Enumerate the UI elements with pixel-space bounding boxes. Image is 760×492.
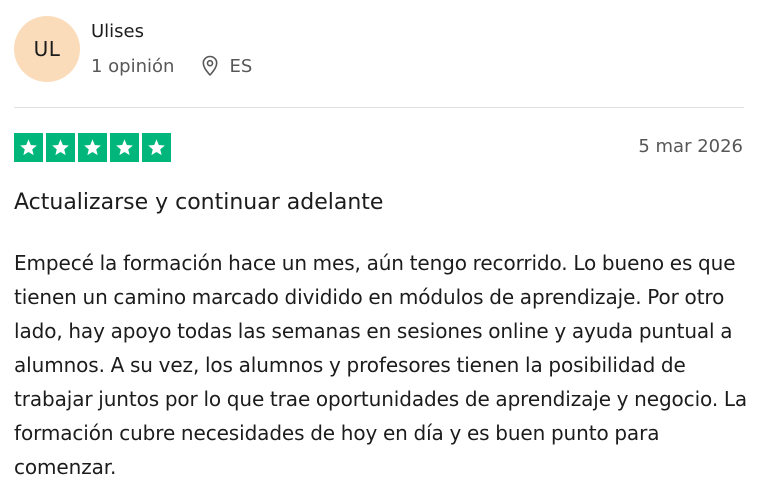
reviewer-country: ES xyxy=(229,55,253,77)
review-card: UL Ulises 1 opinión ES 5 mar 2026 Actual… xyxy=(0,0,760,492)
avatar-initials: UL xyxy=(33,37,61,61)
avatar[interactable]: UL xyxy=(14,16,80,82)
review-count: 1 opinión xyxy=(91,55,175,77)
star-icon xyxy=(110,133,139,162)
star-icon xyxy=(78,133,107,162)
review-title[interactable]: Actualizarse y continuar adelante xyxy=(14,187,383,219)
review-date: 5 mar 2026 xyxy=(638,136,743,157)
star-icon xyxy=(14,133,43,162)
star-icon xyxy=(46,133,75,162)
reviewer-name[interactable]: Ulises xyxy=(91,20,144,44)
location-pin-icon xyxy=(200,54,220,78)
star-icon xyxy=(142,133,171,162)
divider xyxy=(14,107,744,108)
reviewer-meta: 1 opinión ES xyxy=(91,52,252,80)
review-body: Empecé la formación hace un mes, aún ten… xyxy=(14,251,748,479)
star-rating xyxy=(14,133,171,162)
